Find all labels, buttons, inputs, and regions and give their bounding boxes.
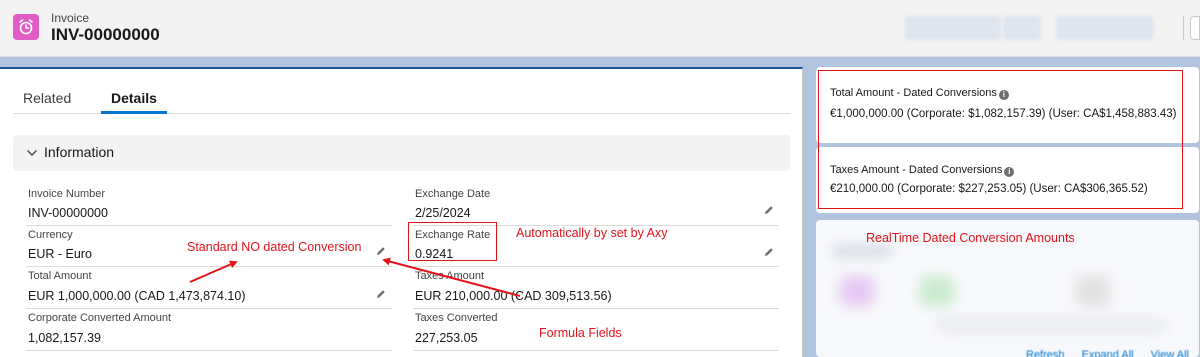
arrow-to-total-amount xyxy=(189,260,238,283)
arrow-to-total-amount-from-formula xyxy=(382,257,521,297)
annotation-arrows xyxy=(189,257,521,297)
